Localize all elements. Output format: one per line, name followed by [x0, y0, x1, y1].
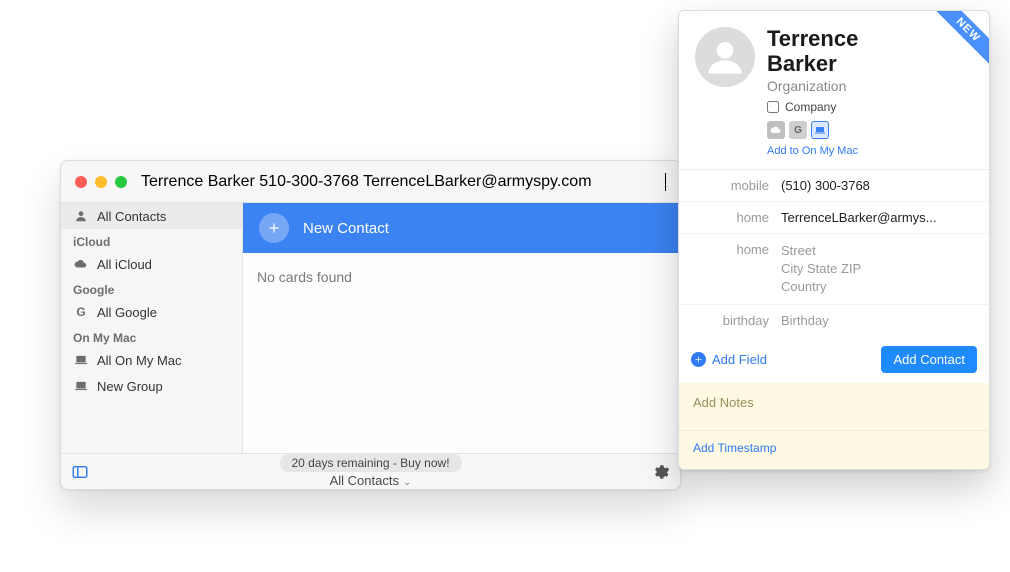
- contact-card: Terrence Barker Organization Company G A…: [678, 10, 990, 470]
- cloud-icon: [73, 256, 89, 272]
- contact-last-name[interactable]: Barker: [767, 52, 973, 75]
- field-value[interactable]: Street City State ZIP Country: [781, 242, 977, 296]
- company-checkbox[interactable]: [767, 101, 779, 113]
- add-field-button[interactable]: Add Field: [691, 352, 767, 367]
- field-label: home: [691, 210, 781, 225]
- people-icon: [73, 208, 89, 224]
- sidebar-item-label: All On My Mac: [97, 353, 182, 368]
- field-birthday[interactable]: birthday Birthday: [679, 305, 989, 336]
- panel-toggle-icon[interactable]: [71, 463, 89, 481]
- new-contact-bar[interactable]: New Contact: [243, 203, 680, 253]
- field-label: mobile: [691, 178, 781, 193]
- notes-field[interactable]: Add Notes: [679, 383, 989, 430]
- sidebar-item-all-contacts[interactable]: All Contacts: [61, 203, 242, 229]
- onmymac-account-icon[interactable]: [811, 121, 829, 139]
- sidebar-item-all-google[interactable]: G All Google: [61, 299, 242, 325]
- sidebar: All Contacts iCloud All iCloud Google G …: [61, 203, 243, 453]
- company-label: Company: [785, 100, 836, 114]
- field-value[interactable]: (510) 300-3768: [781, 178, 977, 193]
- sidebar-group-google: Google: [61, 277, 242, 299]
- field-value[interactable]: TerrenceLBarker@armys...: [781, 210, 977, 225]
- contacts-window: Terrence Barker 510-300-3768 TerrenceLBa…: [60, 160, 681, 490]
- google-account-icon[interactable]: G: [789, 121, 807, 139]
- zoom-icon[interactable]: [115, 176, 127, 188]
- avatar[interactable]: [695, 27, 755, 87]
- sidebar-group-icloud: iCloud: [61, 229, 242, 251]
- add-timestamp-link[interactable]: Add Timestamp: [679, 430, 989, 469]
- add-contact-button[interactable]: Add Contact: [881, 346, 977, 373]
- sidebar-item-label: New Group: [97, 379, 163, 394]
- popover-pointer: [678, 227, 680, 245]
- plus-icon: [259, 213, 289, 243]
- text-caret: [665, 173, 666, 191]
- content-area: New Contact No cards found: [243, 203, 680, 453]
- add-to-account-link[interactable]: Add to On My Mac: [767, 145, 973, 157]
- field-label: home: [691, 242, 781, 296]
- sidebar-group-onmymac: On My Mac: [61, 325, 242, 347]
- field-label: birthday: [691, 313, 781, 328]
- organization-field[interactable]: Organization: [767, 78, 973, 94]
- add-field-label: Add Field: [712, 352, 767, 367]
- google-icon: G: [73, 304, 89, 320]
- close-icon[interactable]: [75, 176, 87, 188]
- contact-first-name[interactable]: Terrence: [767, 27, 973, 50]
- chevron-down-icon: ⌄: [403, 477, 411, 488]
- search-input[interactable]: Terrence Barker 510-300-3768 TerrenceLBa…: [141, 173, 664, 191]
- field-mobile[interactable]: mobile (510) 300-3768: [679, 170, 989, 202]
- gear-icon[interactable]: [652, 463, 670, 481]
- minimize-icon[interactable]: [95, 176, 107, 188]
- no-cards-text: No cards found: [243, 253, 680, 301]
- filter-dropdown[interactable]: All Contacts ⌄: [330, 473, 412, 488]
- mac-icon: [73, 378, 89, 394]
- icloud-account-icon[interactable]: [767, 121, 785, 139]
- trial-badge[interactable]: 20 days remaining - Buy now!: [279, 454, 461, 472]
- field-address[interactable]: home Street City State ZIP Country: [679, 234, 989, 305]
- filter-label: All Contacts: [330, 473, 399, 488]
- sidebar-item-all-onmymac[interactable]: All On My Mac: [61, 347, 242, 373]
- sidebar-item-all-icloud[interactable]: All iCloud: [61, 251, 242, 277]
- traffic-lights: [75, 176, 127, 188]
- field-email[interactable]: home TerrenceLBarker@armys...: [679, 202, 989, 234]
- plus-circle-icon: [691, 352, 706, 367]
- new-contact-label: New Contact: [303, 220, 389, 237]
- sidebar-item-label: All Contacts: [97, 209, 166, 224]
- sidebar-item-label: All iCloud: [97, 257, 152, 272]
- titlebar: Terrence Barker 510-300-3768 TerrenceLBa…: [61, 161, 680, 203]
- company-checkbox-row[interactable]: Company: [767, 100, 973, 114]
- sidebar-item-label: All Google: [97, 305, 157, 320]
- mac-icon: [73, 352, 89, 368]
- sidebar-item-new-group[interactable]: New Group: [61, 373, 242, 399]
- bottom-bar: 20 days remaining - Buy now! All Contact…: [61, 453, 680, 489]
- field-value[interactable]: Birthday: [781, 313, 977, 328]
